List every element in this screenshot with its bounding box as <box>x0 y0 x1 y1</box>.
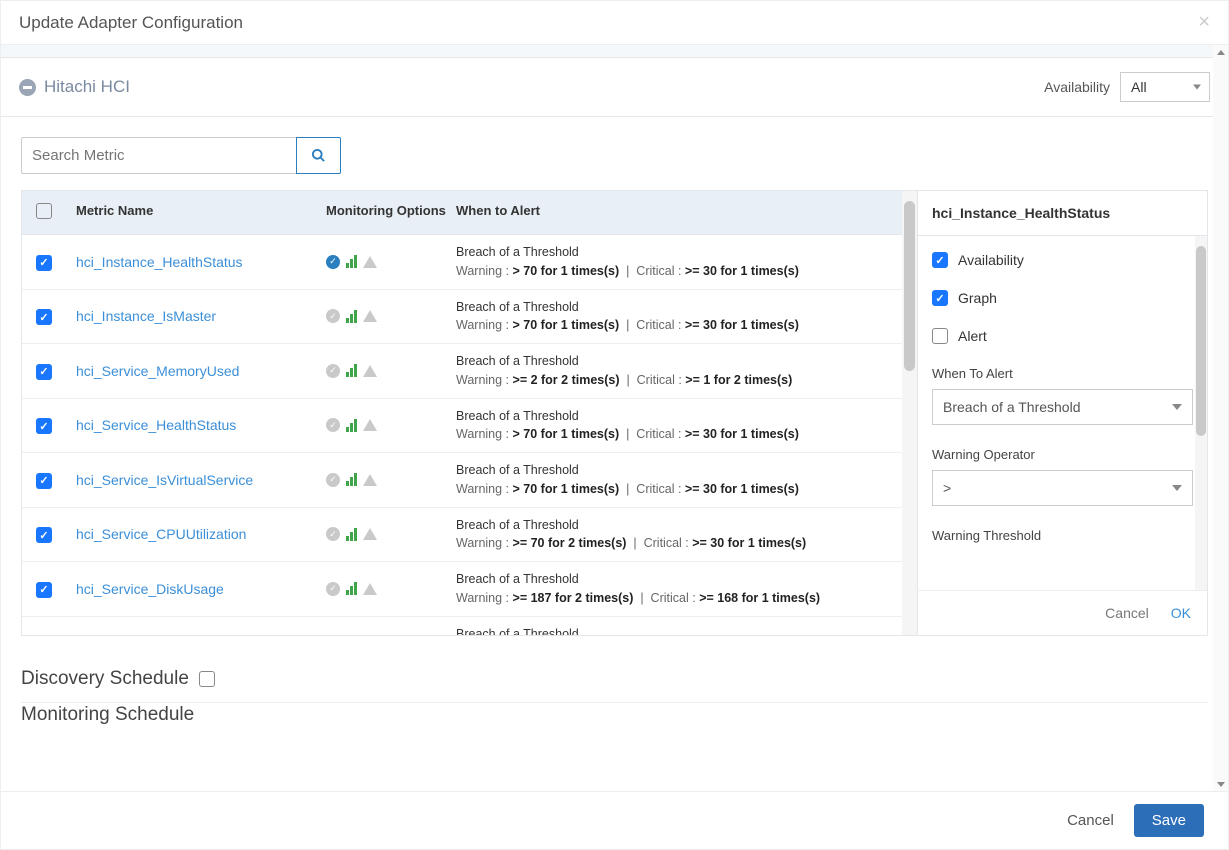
table-row: hci_Instance_HealthStatus Breach of a Thr… <box>22 235 902 290</box>
breach-label: Breach of a Threshold <box>456 407 892 426</box>
side-scrollbar[interactable] <box>1195 236 1207 590</box>
availability-checkbox[interactable] <box>932 252 948 268</box>
header-when-alert: When to Alert <box>446 203 892 222</box>
graph-icon[interactable] <box>346 528 357 541</box>
availability-select[interactable]: All <box>1120 72 1210 102</box>
graph-icon[interactable] <box>346 582 357 595</box>
availability-icon[interactable] <box>326 527 340 541</box>
table-scrollbar[interactable] <box>902 191 917 635</box>
row-checkbox[interactable] <box>36 255 52 271</box>
metric-link[interactable]: hci_Service_IsVirtualService <box>76 472 253 488</box>
table-row: hci_Instance_IsMaster Breach of a Thresho… <box>22 290 902 345</box>
graph-option-label: Graph <box>958 290 997 306</box>
side-ok-button[interactable]: OK <box>1171 605 1191 621</box>
close-icon[interactable]: × <box>1198 11 1210 34</box>
header-metric-name[interactable]: Metric Name <box>76 203 326 222</box>
row-checkbox[interactable] <box>36 527 52 543</box>
resource-name: Hitachi HCI <box>44 77 130 97</box>
alert-icon[interactable] <box>363 528 377 540</box>
search-input[interactable] <box>21 137 296 174</box>
metric-link[interactable]: hci_Service_CPUUtilization <box>76 526 246 542</box>
metric-link[interactable]: hci_Service_DiskUsage <box>76 581 224 597</box>
alert-icon[interactable] <box>363 583 377 595</box>
availability-icon[interactable] <box>326 364 340 378</box>
breach-label: Breach of a Threshold <box>456 352 892 371</box>
warning-operator-label: Warning Operator <box>932 447 1193 462</box>
availability-value: All <box>1131 79 1147 95</box>
alert-checkbox[interactable] <box>932 328 948 344</box>
graph-icon[interactable] <box>346 473 357 486</box>
metric-link[interactable]: hci_Instance_IsMaster <box>76 308 216 324</box>
warning-threshold-label: Warning Threshold <box>932 528 1193 543</box>
availability-option-label: Availability <box>958 252 1024 268</box>
graph-icon[interactable] <box>346 255 357 268</box>
breach-label: Breach of a Threshold <box>456 570 892 589</box>
header-monitoring: Monitoring Options <box>326 203 446 222</box>
availability-icon[interactable] <box>326 473 340 487</box>
table-row: hci_Service_MemoryUsed Breach of a Thresh… <box>22 344 902 399</box>
table-header: Metric Name Monitoring Options When to A… <box>22 191 902 235</box>
breach-label: Breach of a Threshold <box>456 298 892 317</box>
availability-icon[interactable] <box>326 418 340 432</box>
collapse-icon[interactable] <box>19 79 36 96</box>
graph-icon[interactable] <box>346 310 357 323</box>
header-checkbox[interactable] <box>36 203 52 219</box>
body-scrollbar[interactable] <box>1213 45 1228 791</box>
search-button[interactable] <box>296 137 341 174</box>
availability-icon[interactable] <box>326 255 340 269</box>
row-checkbox[interactable] <box>36 582 52 598</box>
discovery-schedule-checkbox[interactable] <box>199 671 215 687</box>
alert-icon[interactable] <box>363 365 377 377</box>
row-checkbox[interactable] <box>36 473 52 489</box>
section-cutoff <box>1 45 1228 58</box>
graph-icon[interactable] <box>346 419 357 432</box>
alert-icon[interactable] <box>363 310 377 322</box>
table-row: hci_Service_IsVirtualService Breach of a … <box>22 453 902 508</box>
availability-icon[interactable] <box>326 582 340 596</box>
monitoring-schedule-title: Monitoring Schedule <box>21 704 194 726</box>
graph-icon[interactable] <box>346 364 357 377</box>
availability-label: Availability <box>1044 79 1110 95</box>
metric-link[interactable]: hci_Instance_HealthStatus <box>76 254 243 270</box>
alert-icon[interactable] <box>363 256 377 268</box>
alert-icon[interactable] <box>363 474 377 486</box>
metric-link[interactable]: hci_Service_MemoryUsed <box>76 363 239 379</box>
save-button[interactable]: Save <box>1134 804 1204 837</box>
side-panel-title: hci_Instance_HealthStatus <box>918 191 1207 236</box>
graph-checkbox[interactable] <box>932 290 948 306</box>
table-row: hci_Service_HealthStatus Breach of a Thre… <box>22 399 902 454</box>
table-row: hci_Service_DiskUsage Breach of a Thresho… <box>22 562 902 617</box>
search-icon <box>311 148 326 163</box>
row-checkbox[interactable] <box>36 309 52 325</box>
discovery-schedule-title: Discovery Schedule <box>21 668 189 690</box>
availability-icon[interactable] <box>326 309 340 323</box>
table-row: hci_Service_MemoryLimitBreach of a Thres… <box>22 617 902 636</box>
breach-label: Breach of a Threshold <box>456 461 892 480</box>
side-cancel-button[interactable]: Cancel <box>1105 605 1149 621</box>
breach-label: Breach of a Threshold <box>456 516 892 535</box>
alert-icon[interactable] <box>363 419 377 431</box>
when-to-alert-label: When To Alert <box>932 366 1193 381</box>
alert-option-label: Alert <box>958 328 987 344</box>
metric-link[interactable]: hci_Service_HealthStatus <box>76 417 236 433</box>
modal-title: Update Adapter Configuration <box>19 13 243 33</box>
cancel-button[interactable]: Cancel <box>1067 812 1114 829</box>
warning-operator-select[interactable]: > <box>932 470 1193 506</box>
row-checkbox[interactable] <box>36 364 52 380</box>
breach-label: Breach of a Threshold <box>456 243 892 262</box>
table-row: hci_Service_CPUUtilization Breach of a Th… <box>22 508 902 563</box>
when-to-alert-select[interactable]: Breach of a Threshold <box>932 389 1193 425</box>
breach-label: Breach of a Threshold <box>456 625 892 636</box>
row-checkbox[interactable] <box>36 418 52 434</box>
